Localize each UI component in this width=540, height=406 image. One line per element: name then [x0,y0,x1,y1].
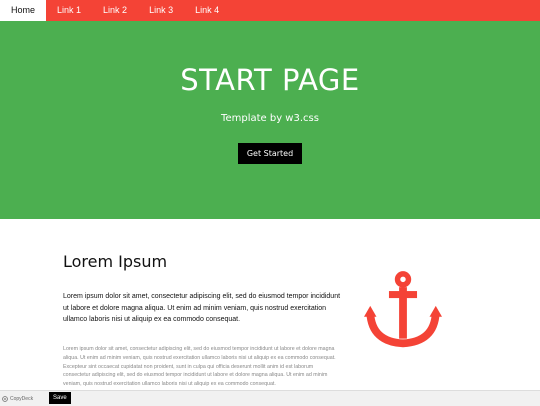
bottom-bar: CopyDeck Save [0,390,540,406]
nav-link-2[interactable]: Link 2 [92,0,138,21]
content-heading: Lorem Ipsum [63,252,168,271]
content-body-paragraph: Lorem ipsum dolor sit amet, consectetur … [63,346,336,388]
nav-home[interactable]: Home [0,0,47,21]
nav-link-4[interactable]: Link 4 [184,0,230,21]
brand-name: CopyDeck [10,395,34,402]
top-nav: Home Link 1 Link 2 Link 3 Link 4 [0,0,540,21]
content-lead-paragraph: Lorem ipsum dolor sit amet, consectetur … [63,293,341,323]
copydeck-logo-icon [2,395,8,402]
hero-subtitle: Template by w3.css [221,113,319,124]
nav-link-1[interactable]: Link 1 [46,0,92,21]
hero-section: START PAGE Template by w3.css Get Starte… [0,21,540,219]
hero-title: START PAGE [180,63,360,97]
anchor-icon [364,271,442,348]
get-started-button[interactable]: Get Started [238,143,302,164]
nav-link-3[interactable]: Link 3 [138,0,184,21]
save-button[interactable]: Save [49,392,71,404]
brand: CopyDeck [2,396,33,402]
